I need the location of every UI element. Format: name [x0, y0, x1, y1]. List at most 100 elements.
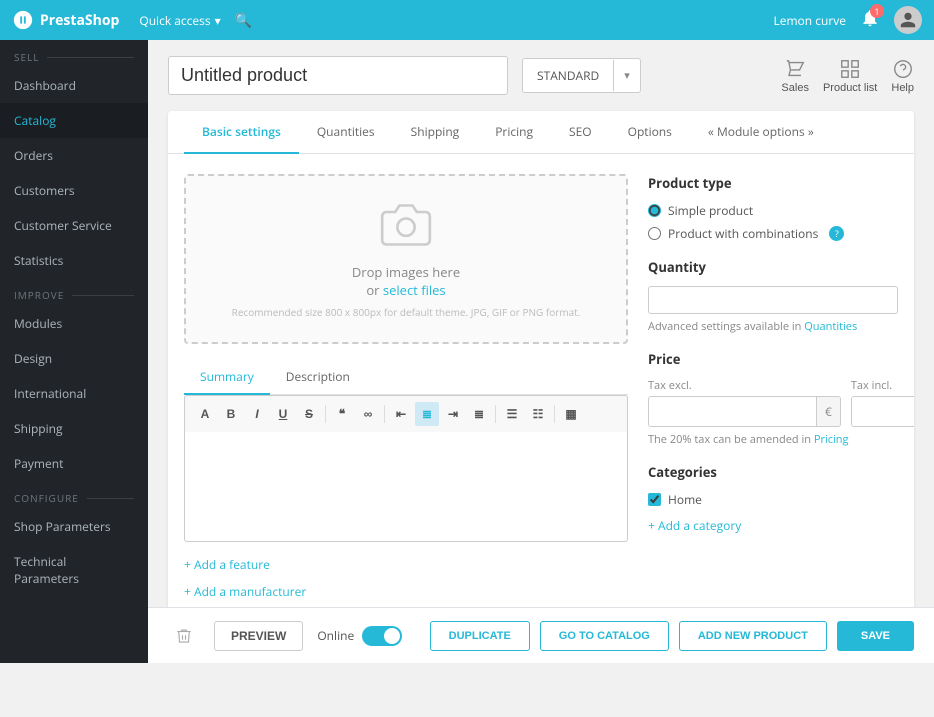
sell-section-label: SELL	[0, 40, 148, 68]
editor-tab-description[interactable]: Description	[270, 360, 366, 395]
tab-pricing[interactable]: Pricing	[477, 111, 551, 154]
sidebar-item-orders[interactable]: Orders	[0, 138, 148, 173]
product-list-button[interactable]: Product list	[823, 58, 877, 94]
sidebar-item-shop-parameters[interactable]: Shop Parameters	[0, 509, 148, 544]
toolbar-strikethrough[interactable]: S	[297, 402, 321, 426]
sidebar-item-modules[interactable]: Modules	[0, 306, 148, 341]
toolbar-ol[interactable]: ☷	[526, 402, 550, 426]
tab-options[interactable]: Options	[610, 111, 690, 154]
toolbar-font[interactable]: A	[193, 402, 217, 426]
delete-button[interactable]	[168, 620, 200, 652]
pricing-link[interactable]: Pricing	[814, 432, 849, 447]
sidebar-item-customers[interactable]: Customers	[0, 173, 148, 208]
content-left: Drop images here or select files Recomme…	[184, 174, 628, 627]
sidebar-item-technical-parameters[interactable]: Technical Parameters	[0, 544, 148, 596]
radio-simple-product[interactable]: Simple product	[648, 202, 898, 219]
header-actions: Sales Product list Help	[781, 58, 914, 94]
toolbar-link[interactable]: ∞	[356, 402, 380, 426]
tab-basic-settings[interactable]: Basic settings	[184, 111, 299, 154]
sales-button[interactable]: Sales	[781, 58, 809, 94]
image-upload-area[interactable]: Drop images here or select files Recomme…	[184, 174, 628, 344]
toolbar-align-left[interactable]: ⇤	[389, 402, 413, 426]
toolbar-align-center[interactable]: ≣	[415, 402, 439, 426]
top-nav-right: Lemon curve 1	[773, 6, 922, 34]
sidebar-item-design[interactable]: Design	[0, 341, 148, 376]
radio-combinations[interactable]: Product with combinations ?	[648, 225, 898, 242]
logo[interactable]: PrestaShop	[12, 9, 119, 31]
online-toggle-switch[interactable]	[362, 626, 402, 646]
toggle-slider	[362, 626, 402, 646]
product-type-title: Product type	[648, 174, 898, 192]
go-to-catalog-button[interactable]: GO TO CATALOG	[540, 621, 669, 651]
tab-seo[interactable]: SEO	[551, 111, 610, 154]
sidebar-item-customer-service[interactable]: Customer Service	[0, 208, 148, 243]
toolbar-align-right[interactable]: ⇥	[441, 402, 465, 426]
tab-shipping[interactable]: Shipping	[393, 111, 478, 154]
price-excl-label: Tax excl.	[648, 378, 841, 393]
sidebar-item-dashboard[interactable]: Dashboard	[0, 68, 148, 103]
tab-module-options[interactable]: « Module options »	[690, 111, 832, 154]
preview-button[interactable]: PREVIEW	[214, 621, 303, 651]
quantities-link[interactable]: Quantities	[804, 319, 857, 334]
sidebar: SELL Dashboard Catalog Orders Customers …	[0, 40, 148, 663]
sidebar-item-payment[interactable]: Payment	[0, 446, 148, 481]
sidebar-item-international[interactable]: International	[0, 376, 148, 411]
price-excl-field: Tax excl. €	[648, 378, 841, 427]
toolbar-sep-1	[325, 405, 326, 423]
toolbar-ul[interactable]: ☰	[500, 402, 524, 426]
toolbar-table[interactable]: ▦	[559, 402, 583, 426]
duplicate-button[interactable]: DUPLICATE	[430, 621, 530, 651]
categories-section: Categories Home + Add a category	[648, 463, 898, 534]
editor-tab-summary[interactable]: Summary	[184, 360, 270, 395]
notification-count: 1	[870, 4, 884, 18]
price-incl-label: Tax incl.	[851, 378, 914, 393]
tax-note: The 20% tax can be amended in Pricing	[648, 432, 898, 447]
advanced-settings-text: Advanced settings available in Quantitie…	[648, 319, 898, 334]
price-incl-input-wrap: €	[851, 396, 914, 427]
help-button[interactable]: Help	[891, 58, 914, 94]
toolbar-italic[interactable]: I	[245, 402, 269, 426]
add-feature-link[interactable]: + Add a feature	[184, 556, 628, 573]
quick-access-menu[interactable]: Quick access ▾	[139, 12, 220, 29]
checkbox-home[interactable]: Home	[648, 491, 898, 508]
toolbar-bold[interactable]: B	[219, 402, 243, 426]
quantity-title: Quantity	[648, 258, 898, 276]
save-button[interactable]: SAVE	[837, 621, 914, 651]
sidebar-item-shipping[interactable]: Shipping	[0, 411, 148, 446]
select-files-link[interactable]: select files	[383, 281, 446, 299]
recommended-text: Recommended size 800 x 800px for default…	[232, 305, 581, 319]
product-type-label: STANDARD	[523, 59, 613, 92]
editor-tabs: Summary Description	[184, 360, 628, 395]
toolbar-blockquote[interactable]: ❝	[330, 402, 354, 426]
product-title-input[interactable]	[168, 56, 508, 95]
price-incl-input[interactable]	[852, 397, 914, 426]
quantity-input[interactable]	[648, 286, 898, 314]
home-checkbox[interactable]	[648, 493, 661, 506]
product-tabs: Basic settings Quantities Shipping Prici…	[168, 111, 914, 154]
price-excl-input[interactable]	[649, 397, 816, 426]
tab-quantities[interactable]: Quantities	[299, 111, 393, 154]
product-type-select[interactable]: STANDARD ▾	[522, 58, 641, 93]
top-nav: PrestaShop Quick access ▾ 🔍 Lemon curve …	[0, 0, 934, 40]
improve-section-label: IMPROVE	[0, 278, 148, 306]
toolbar-sep-2	[384, 405, 385, 423]
user-avatar[interactable]	[894, 6, 922, 34]
toolbar-sep-4	[554, 405, 555, 423]
product-type-caret[interactable]: ▾	[613, 60, 640, 91]
product-header: STANDARD ▾ Sales Product list Help	[168, 56, 914, 95]
toolbar-underline[interactable]: U	[271, 402, 295, 426]
price-excl-currency: €	[816, 397, 840, 426]
add-manufacturer-link[interactable]: + Add a manufacturer	[184, 583, 628, 600]
toolbar-justify[interactable]: ≣	[467, 402, 491, 426]
editor-body[interactable]	[184, 432, 628, 542]
price-incl-field: Tax incl. €	[851, 378, 914, 427]
combinations-tooltip[interactable]: ?	[829, 226, 844, 241]
add-new-product-button[interactable]: ADD NEW PRODUCT	[679, 621, 827, 651]
sidebar-item-statistics[interactable]: Statistics	[0, 243, 148, 278]
content-right: Product type Simple product Product with…	[648, 174, 898, 627]
notification-bell[interactable]: 1	[860, 8, 880, 32]
add-category-link[interactable]: + Add a category	[648, 517, 741, 534]
bottom-bar-left: PREVIEW Online	[168, 620, 402, 652]
search-icon[interactable]: 🔍	[235, 11, 252, 30]
sidebar-item-catalog[interactable]: Catalog	[0, 103, 148, 138]
